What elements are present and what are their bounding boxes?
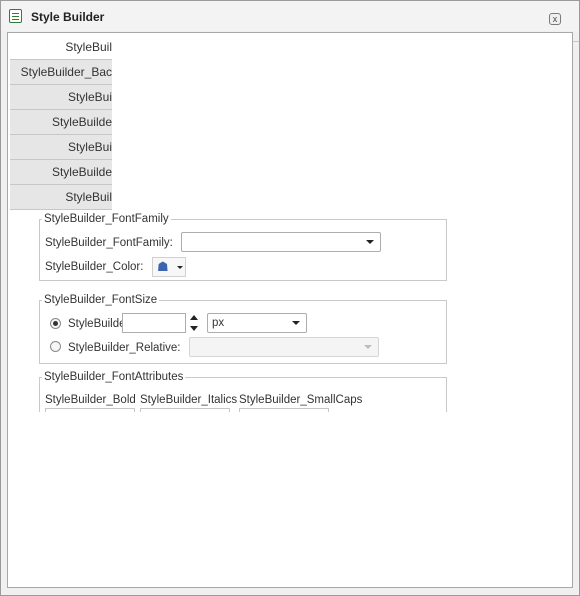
tab-1[interactable]: StyleBuilder_Bac bbox=[10, 60, 112, 85]
relative-size-radio[interactable] bbox=[50, 341, 61, 352]
tab-0[interactable]: StyleBuil bbox=[10, 35, 112, 60]
spin-down-icon[interactable] bbox=[190, 326, 198, 331]
bold-toggle[interactable] bbox=[45, 408, 135, 412]
tab-label: StyleBuil bbox=[65, 190, 112, 204]
tab-label: StyleBui bbox=[67, 90, 112, 104]
tab-2[interactable]: StyleBui bbox=[10, 85, 112, 110]
tab-3[interactable]: StyleBuilde bbox=[10, 110, 112, 135]
font-size-unit-select[interactable]: px bbox=[207, 313, 307, 333]
font-family-label: StyleBuilder_FontFamily: bbox=[45, 237, 173, 249]
smallcaps-label: StyleBuilder_SmallCaps bbox=[239, 394, 363, 406]
tab-label: StyleBui bbox=[67, 140, 112, 154]
color-label: StyleBuilder_Color: bbox=[45, 261, 144, 273]
font-family-select[interactable] bbox=[181, 232, 381, 252]
font-size-input[interactable] bbox=[122, 313, 186, 333]
absolute-size-radio[interactable] bbox=[50, 318, 61, 329]
font-size-unit-value: px bbox=[212, 317, 225, 329]
smallcaps-toggle[interactable] bbox=[239, 408, 329, 412]
relative-size-label: StyleBuilder_Relative: bbox=[68, 342, 181, 354]
spin-up-icon[interactable] bbox=[190, 315, 198, 320]
paint-bucket-icon: ☗ bbox=[157, 259, 169, 274]
color-picker-button[interactable]: ☗ bbox=[152, 257, 186, 277]
bold-label: StyleBuilder_Bold bbox=[45, 394, 136, 406]
title-bar: Style Builder x bbox=[1, 1, 579, 31]
chevron-down-icon bbox=[364, 345, 372, 349]
tab-label: StyleBuilder_Bac bbox=[20, 65, 112, 79]
font-attributes-legend: StyleBuilder_FontAttributes bbox=[44, 371, 184, 383]
tab-label: StyleBuil bbox=[65, 40, 112, 54]
relative-size-select[interactable] bbox=[189, 337, 379, 357]
font-size-legend: StyleBuilder_FontSize bbox=[44, 294, 158, 306]
tab-label: StyleBuilde bbox=[51, 115, 112, 129]
close-button[interactable]: x bbox=[549, 13, 561, 25]
tab-label: StyleBuilde bbox=[51, 165, 112, 179]
tab-5[interactable]: StyleBuilde bbox=[10, 160, 112, 185]
style-builder-app-icon bbox=[9, 9, 22, 23]
dialog-content: StyleBuil StyleBuilder_Bac StyleBui Styl… bbox=[7, 32, 573, 588]
tab-strip: StyleBuil StyleBuilder_Bac StyleBui Styl… bbox=[10, 35, 112, 210]
tab-4[interactable]: StyleBui bbox=[10, 135, 112, 160]
chevron-down-icon bbox=[292, 321, 300, 325]
chevron-down-icon bbox=[177, 266, 183, 269]
chevron-down-icon bbox=[366, 240, 374, 244]
font-attributes-clip: StyleBuilder_FontAttributes StyleBuilder… bbox=[8, 371, 458, 412]
italics-label: StyleBuilder_Italics bbox=[140, 394, 238, 406]
background-edge bbox=[573, 41, 579, 42]
font-family-legend: StyleBuilder_FontFamily bbox=[44, 213, 169, 225]
font-size-spinner[interactable] bbox=[189, 313, 199, 333]
tab-6[interactable]: StyleBuil bbox=[10, 185, 112, 210]
style-builder-window: Style Builder x StyleBuil StyleBuilder_B… bbox=[0, 0, 580, 596]
window-title: Style Builder bbox=[31, 10, 105, 24]
absolute-size-label: StyleBuilde bbox=[68, 318, 122, 330]
italics-toggle[interactable] bbox=[140, 408, 230, 412]
